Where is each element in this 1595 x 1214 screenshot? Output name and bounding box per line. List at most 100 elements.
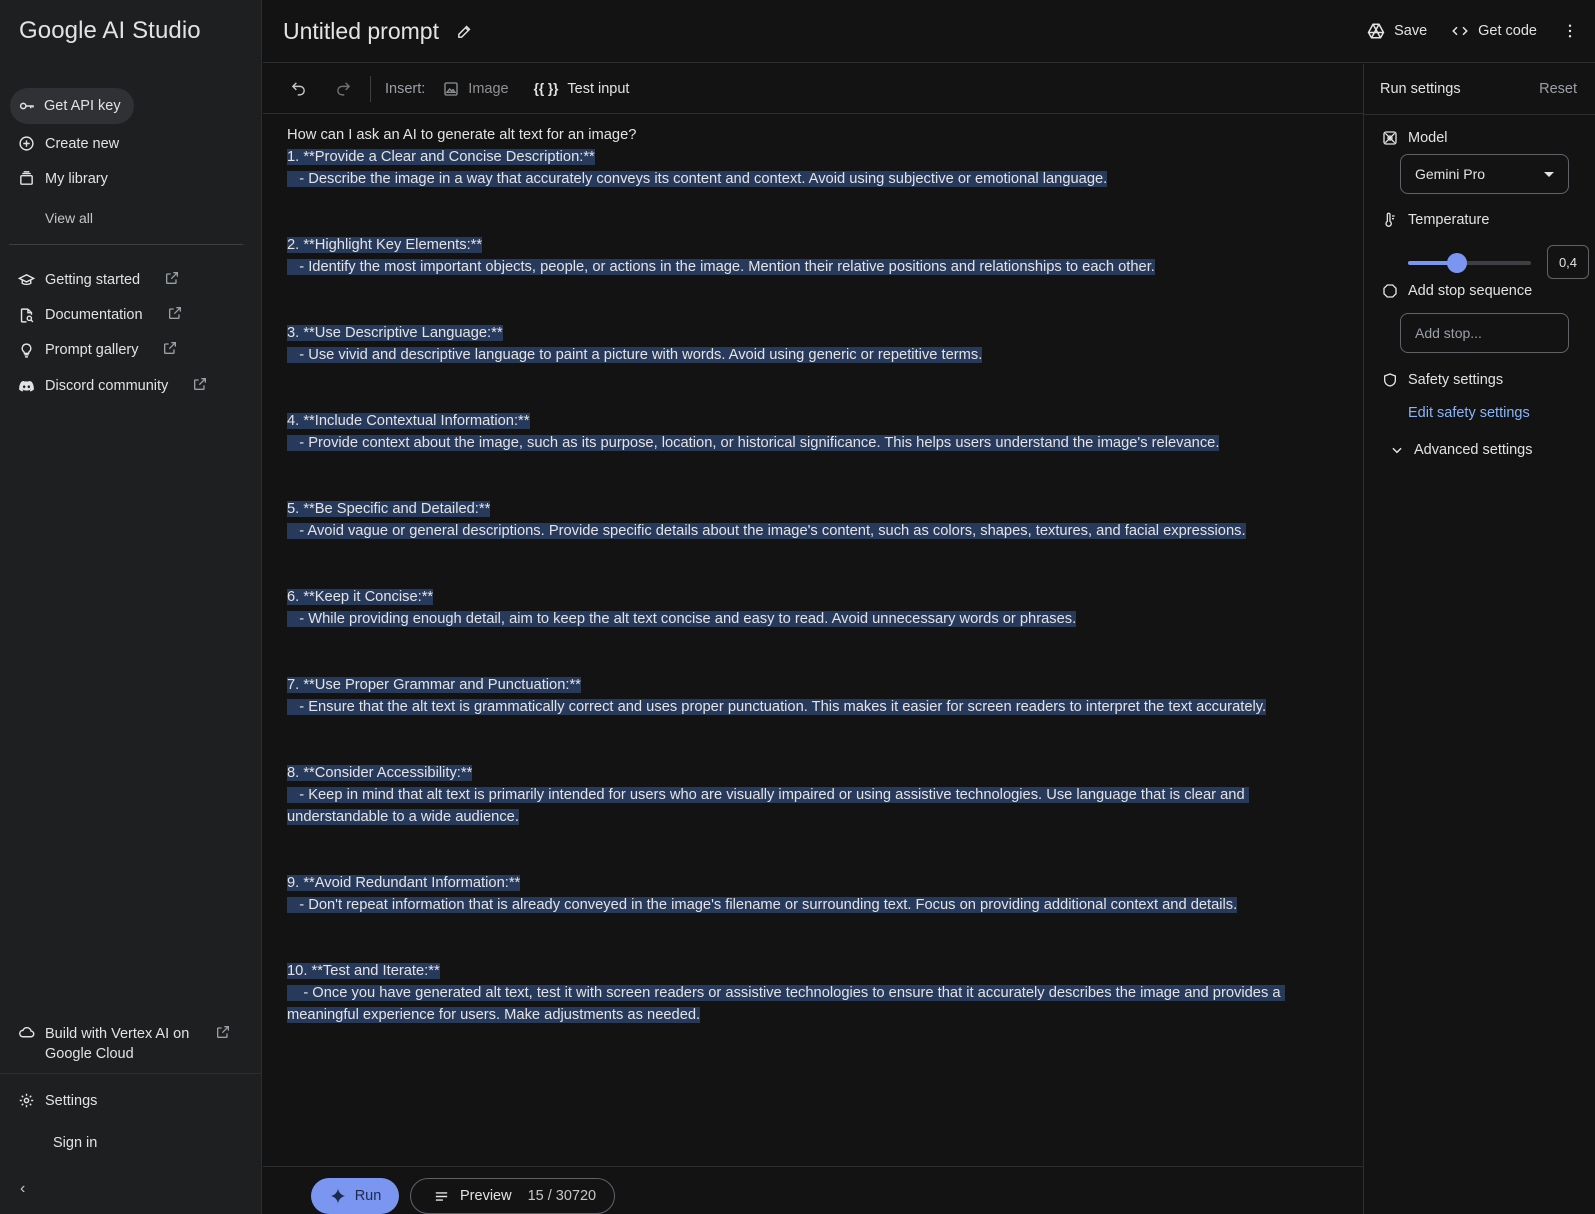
editor-item-heading: 2. **Highlight Key Elements:**: [287, 234, 1347, 256]
editor-item-heading: 4. **Include Contextual Information:**: [287, 410, 1347, 432]
documentation-label: Documentation: [45, 307, 143, 323]
sign-in-button[interactable]: Sign in: [53, 1135, 97, 1151]
edit-safety-settings-link[interactable]: Edit safety settings: [1408, 405, 1530, 421]
editor-item-body: - Don't repeat information that is alrea…: [287, 894, 1347, 916]
insert-image-button[interactable]: Image: [443, 80, 509, 97]
editor-item-body: - Provide context about the image, such …: [287, 432, 1347, 454]
sidebar-bottom-divider: [0, 1073, 261, 1074]
stop-sequence-label: Add stop sequence: [1408, 283, 1533, 299]
get-code-button[interactable]: Get code: [1451, 22, 1537, 40]
stop-sequence-input[interactable]: [1400, 313, 1569, 353]
stop-sequence-label-row: Add stop sequence: [1382, 283, 1532, 299]
more-vert-icon[interactable]: [1561, 22, 1579, 40]
selected-text: 8. **Consider Accessibility:**: [287, 765, 473, 781]
drive-icon: [1367, 23, 1385, 39]
selected-text: - Provide context about the image, such …: [287, 435, 1220, 451]
discord-community-label: Discord community: [45, 378, 169, 394]
sidebar-item-prompt-gallery[interactable]: Prompt gallery: [18, 340, 178, 360]
create-new-button[interactable]: Create new: [18, 135, 119, 152]
selected-text: - Keep in mind that alt text is primaril…: [287, 787, 1249, 825]
save-button[interactable]: Save: [1367, 22, 1427, 40]
test-input-button[interactable]: {{ }} Test input: [534, 81, 630, 97]
selected-text: - Identify the most important objects, p…: [287, 259, 1155, 275]
library-icon: [20, 171, 33, 185]
token-count: 15 / 30720: [527, 1188, 597, 1204]
editor-item-heading: 6. **Keep it Concise:**: [287, 586, 1347, 608]
editor-item-heading: 1. **Provide a Clear and Concise Descrip…: [287, 146, 1347, 168]
chevron-down-icon: [1392, 447, 1402, 454]
prompt-editor[interactable]: How can I ask an AI to generate alt text…: [287, 124, 1347, 1026]
model-select[interactable]: Gemini Pro: [1400, 154, 1569, 194]
open-in-new-icon: [217, 1026, 229, 1038]
redo-icon[interactable]: [335, 80, 352, 97]
editor-item-body: - Identify the most important objects, p…: [287, 256, 1347, 278]
sidebar-item-documentation[interactable]: Documentation: [18, 305, 183, 325]
prompt-gallery-label: Prompt gallery: [45, 342, 139, 358]
shield-icon: [1384, 373, 1396, 387]
my-library-label: My library: [45, 170, 108, 187]
preview-button[interactable]: Preview 15 / 30720: [410, 1178, 615, 1214]
view-all-link[interactable]: View all: [45, 210, 93, 226]
insert-image-label: Image: [468, 80, 509, 97]
octagon-icon: [1383, 284, 1397, 298]
settings-button[interactable]: Settings: [18, 1092, 97, 1109]
model-select-value: Gemini Pro: [1415, 166, 1486, 182]
temperature-input[interactable]: 0,4: [1547, 245, 1589, 279]
key-icon: [19, 102, 34, 110]
get-api-key-button[interactable]: Get API key: [10, 88, 134, 124]
top-bar: Untitled prompt Save Get code: [263, 0, 1595, 63]
create-new-label: Create new: [45, 135, 120, 152]
top-actions: Save Get code: [1367, 22, 1579, 40]
prompt-title[interactable]: Untitled prompt: [283, 18, 439, 45]
notes-icon: [435, 1191, 448, 1201]
preview-label: Preview: [460, 1188, 512, 1204]
editor-item-body: - Describe the image in a way that accur…: [287, 168, 1347, 190]
my-library-button[interactable]: My library: [18, 170, 108, 187]
open-in-new-icon: [150, 270, 180, 290]
selected-text: - While providing enough detail, aim to …: [287, 611, 1077, 627]
editor-item-heading: 9. **Avoid Redundant Information:**: [287, 872, 1347, 894]
insert-label: Insert:: [385, 80, 426, 97]
selected-text: 4. **Include Contextual Information:**: [287, 413, 530, 429]
document-search-icon: [20, 307, 34, 323]
temperature-slider[interactable]: [1408, 253, 1531, 273]
pencil-icon[interactable]: [456, 23, 473, 40]
selected-text: 5. **Be Specific and Detailed:**: [287, 501, 491, 517]
selected-text: - Ensure that the alt text is grammatica…: [287, 699, 1267, 715]
selected-text: - Once you have generated alt text, test…: [287, 985, 1285, 1023]
temperature-label: Temperature: [1408, 212, 1490, 228]
collapse-sidebar-icon[interactable]: ‹: [20, 1180, 25, 1198]
vertex-label: Build with Vertex AI on Google Cloud: [45, 1026, 190, 1062]
sidebar-item-discord-community[interactable]: Discord community: [18, 376, 208, 396]
model-label: Model: [1408, 130, 1448, 146]
thermometer-icon: [1385, 212, 1395, 227]
reset-button[interactable]: Reset: [1539, 81, 1577, 97]
run-button[interactable]: Run: [311, 1178, 399, 1214]
advanced-settings-toggle[interactable]: Advanced settings: [1390, 442, 1533, 458]
editor-toolbar: Insert: Image {{ }} Test input: [263, 64, 1363, 114]
gear-icon: [19, 1093, 34, 1108]
model-label-row: Model: [1382, 130, 1448, 146]
editor-item-body: - Once you have generated alt text, test…: [287, 982, 1347, 1026]
image-icon: [444, 81, 458, 96]
undo-icon[interactable]: [290, 80, 307, 97]
sidebar-divider: [9, 244, 243, 245]
editor-item-heading: 7. **Use Proper Grammar and Punctuation:…: [287, 674, 1347, 696]
build-with-vertex-link[interactable]: Build with Vertex AI on Google Cloud: [18, 1024, 248, 1064]
open-in-new-icon: [148, 340, 178, 360]
sidebar-item-getting-started[interactable]: Getting started: [18, 270, 180, 290]
editor-item-heading: 10. **Test and Iterate:**: [287, 960, 1347, 982]
app-root: Google AI Studio Get API key Create new …: [0, 0, 1595, 1214]
selected-text: 6. **Keep it Concise:**: [287, 589, 434, 605]
temperature-slider-handle[interactable]: [1447, 253, 1468, 273]
run-settings-title: Run settings: [1380, 81, 1461, 97]
run-settings-panel: Run settings Reset Model Gemini Pro Temp…: [1363, 64, 1595, 1214]
settings-label: Settings: [45, 1092, 98, 1109]
editor-item-heading: 5. **Be Specific and Detailed:**: [287, 498, 1347, 520]
dropdown-arrow-icon: [1544, 171, 1554, 177]
editor-item-body: - Avoid vague or general descriptions. P…: [287, 520, 1347, 542]
